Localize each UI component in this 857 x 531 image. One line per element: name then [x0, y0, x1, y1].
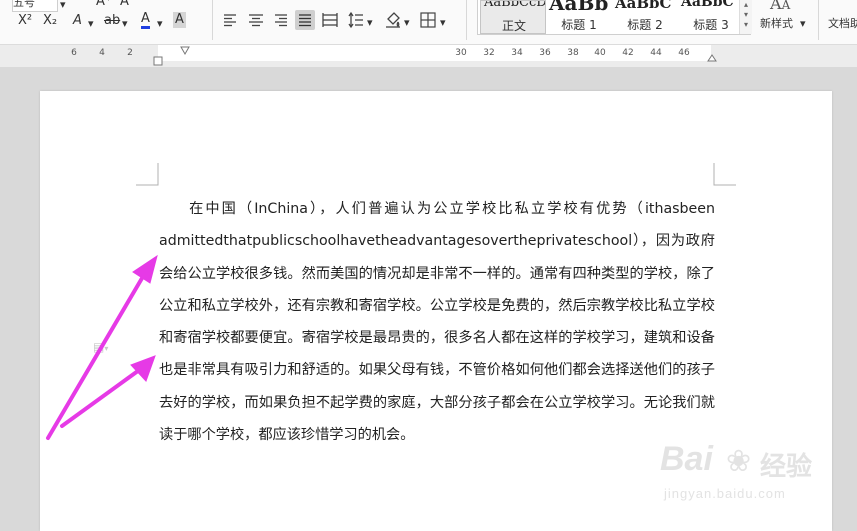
style-normal[interactable]: AaBbCcD 正文 — [480, 0, 546, 34]
style-name: 标题 1 — [561, 18, 597, 32]
styles-scroll[interactable]: ▴ ▾ ▾ — [739, 0, 752, 34]
subscript-button[interactable]: X₂ — [43, 13, 57, 29]
line-spacing-dropdown-icon[interactable]: ▾ — [367, 15, 373, 31]
clear-format-button[interactable]: A — [73, 13, 82, 29]
align-right-icon[interactable] — [271, 10, 291, 30]
ribbon-separator — [466, 0, 467, 40]
borders-dropdown-icon[interactable]: ▾ — [440, 15, 446, 31]
char-shading-button[interactable]: A — [173, 12, 186, 28]
body-paragraph[interactable]: 在中国（InChina），人们普遍认为公立学校比私立学校有优势（ithasbee… — [159, 193, 715, 451]
new-style-icon[interactable]: AA — [770, 0, 790, 13]
font-color-button[interactable]: A — [141, 11, 150, 29]
ruler-tick-label: 30 — [455, 48, 467, 58]
ruler-tick-label: 42 — [622, 48, 634, 58]
ruler-tick-label: 6 — [71, 48, 77, 58]
style-name: 标题 2 — [627, 18, 663, 32]
style-heading-2[interactable]: AaBbC 标题 2 — [612, 0, 678, 34]
char-border-dropdown-icon[interactable]: ▾ — [122, 16, 128, 32]
font-size-select[interactable]: 五号 — [12, 0, 58, 12]
style-sample: AaBb — [549, 0, 609, 15]
styles-gallery: AaBbCcD 正文 AaBb 标题 1 AaBbC 标题 2 AaBbC 标题… — [477, 0, 751, 35]
font-color-dropdown-icon[interactable]: ▾ — [157, 16, 163, 32]
ruler-tick-label: 32 — [483, 48, 495, 58]
distributed-align-icon[interactable] — [320, 10, 340, 30]
scroll-up-icon[interactable]: ▴ — [740, 0, 752, 10]
align-left-icon[interactable] — [220, 10, 240, 30]
justify-icon[interactable] — [295, 10, 315, 30]
style-sample: AaBbC — [681, 0, 734, 10]
doc-assistant-button[interactable]: 文档助 — [828, 16, 857, 32]
line-spacing-icon[interactable] — [346, 10, 366, 30]
superscript-button[interactable]: X² — [18, 13, 32, 29]
ruler-tick-label: 2 — [127, 48, 133, 58]
paw-logo-icon: ❀ — [726, 444, 752, 479]
ruler-tick-label: 4 — [99, 48, 105, 58]
shading-dropdown-icon[interactable]: ▾ — [404, 15, 410, 31]
shading-bucket-icon[interactable] — [383, 10, 403, 30]
watermark-brand: Bai — [660, 440, 713, 478]
clear-format-dropdown-icon[interactable]: ▾ — [88, 16, 94, 32]
char-border-button[interactable]: ab — [104, 13, 120, 29]
font-size-dropdown-icon[interactable]: ▾ — [60, 0, 66, 13]
watermark-url: jingyan.baidu.com — [664, 486, 786, 501]
style-sample: AaBbCcD — [484, 0, 546, 10]
ruler-tick-label: 36 — [539, 48, 551, 58]
paragraph-handle-icon[interactable]: ▤▾ — [93, 340, 113, 354]
scroll-down-icon[interactable]: ▾ — [740, 10, 752, 20]
style-sample: AaBbC — [615, 0, 672, 12]
ribbon-separator — [212, 0, 213, 40]
horizontal-ruler[interactable]: 6 4 2 30 32 34 36 38 40 42 44 46 — [0, 45, 857, 67]
ruler-tick-label: 38 — [567, 48, 579, 58]
shrink-font-icon[interactable]: A⁻ — [120, 0, 136, 10]
borders-icon[interactable] — [418, 10, 438, 30]
ruler-tick-label: 34 — [511, 48, 523, 58]
baidu-watermark: Bai ❀ 经验 jingyan.baidu.com — [660, 440, 850, 520]
style-name: 标题 3 — [693, 18, 729, 32]
ruler-tick-label: 46 — [678, 48, 690, 58]
paragraph-text: 在中国（InChina），人们普遍认为公立学校比私立学校有优势（ithasbee… — [159, 201, 715, 444]
style-name: 正文 — [501, 19, 526, 33]
ribbon-toolbar: 五号 ▾ A⁺ A⁻ X² X₂ A ▾ ab ▾ A ▾ A ▾ ▾ ▾ Aa… — [0, 0, 857, 45]
style-heading-1[interactable]: AaBb 标题 1 — [546, 0, 612, 34]
ribbon-separator — [818, 0, 819, 40]
scroll-more-icon[interactable]: ▾ — [740, 20, 752, 30]
align-center-icon[interactable] — [246, 10, 266, 30]
ruler-tick-label: 40 — [594, 48, 606, 58]
ruler-tick-label: 44 — [650, 48, 662, 58]
new-style-dropdown-icon[interactable]: ▾ — [800, 16, 806, 32]
grow-font-icon[interactable]: A⁺ — [96, 0, 112, 10]
style-heading-3[interactable]: AaBbC 标题 3 — [678, 0, 744, 34]
watermark-brand-cn: 经验 — [760, 451, 813, 481]
new-style-button[interactable]: 新样式 — [760, 16, 793, 32]
